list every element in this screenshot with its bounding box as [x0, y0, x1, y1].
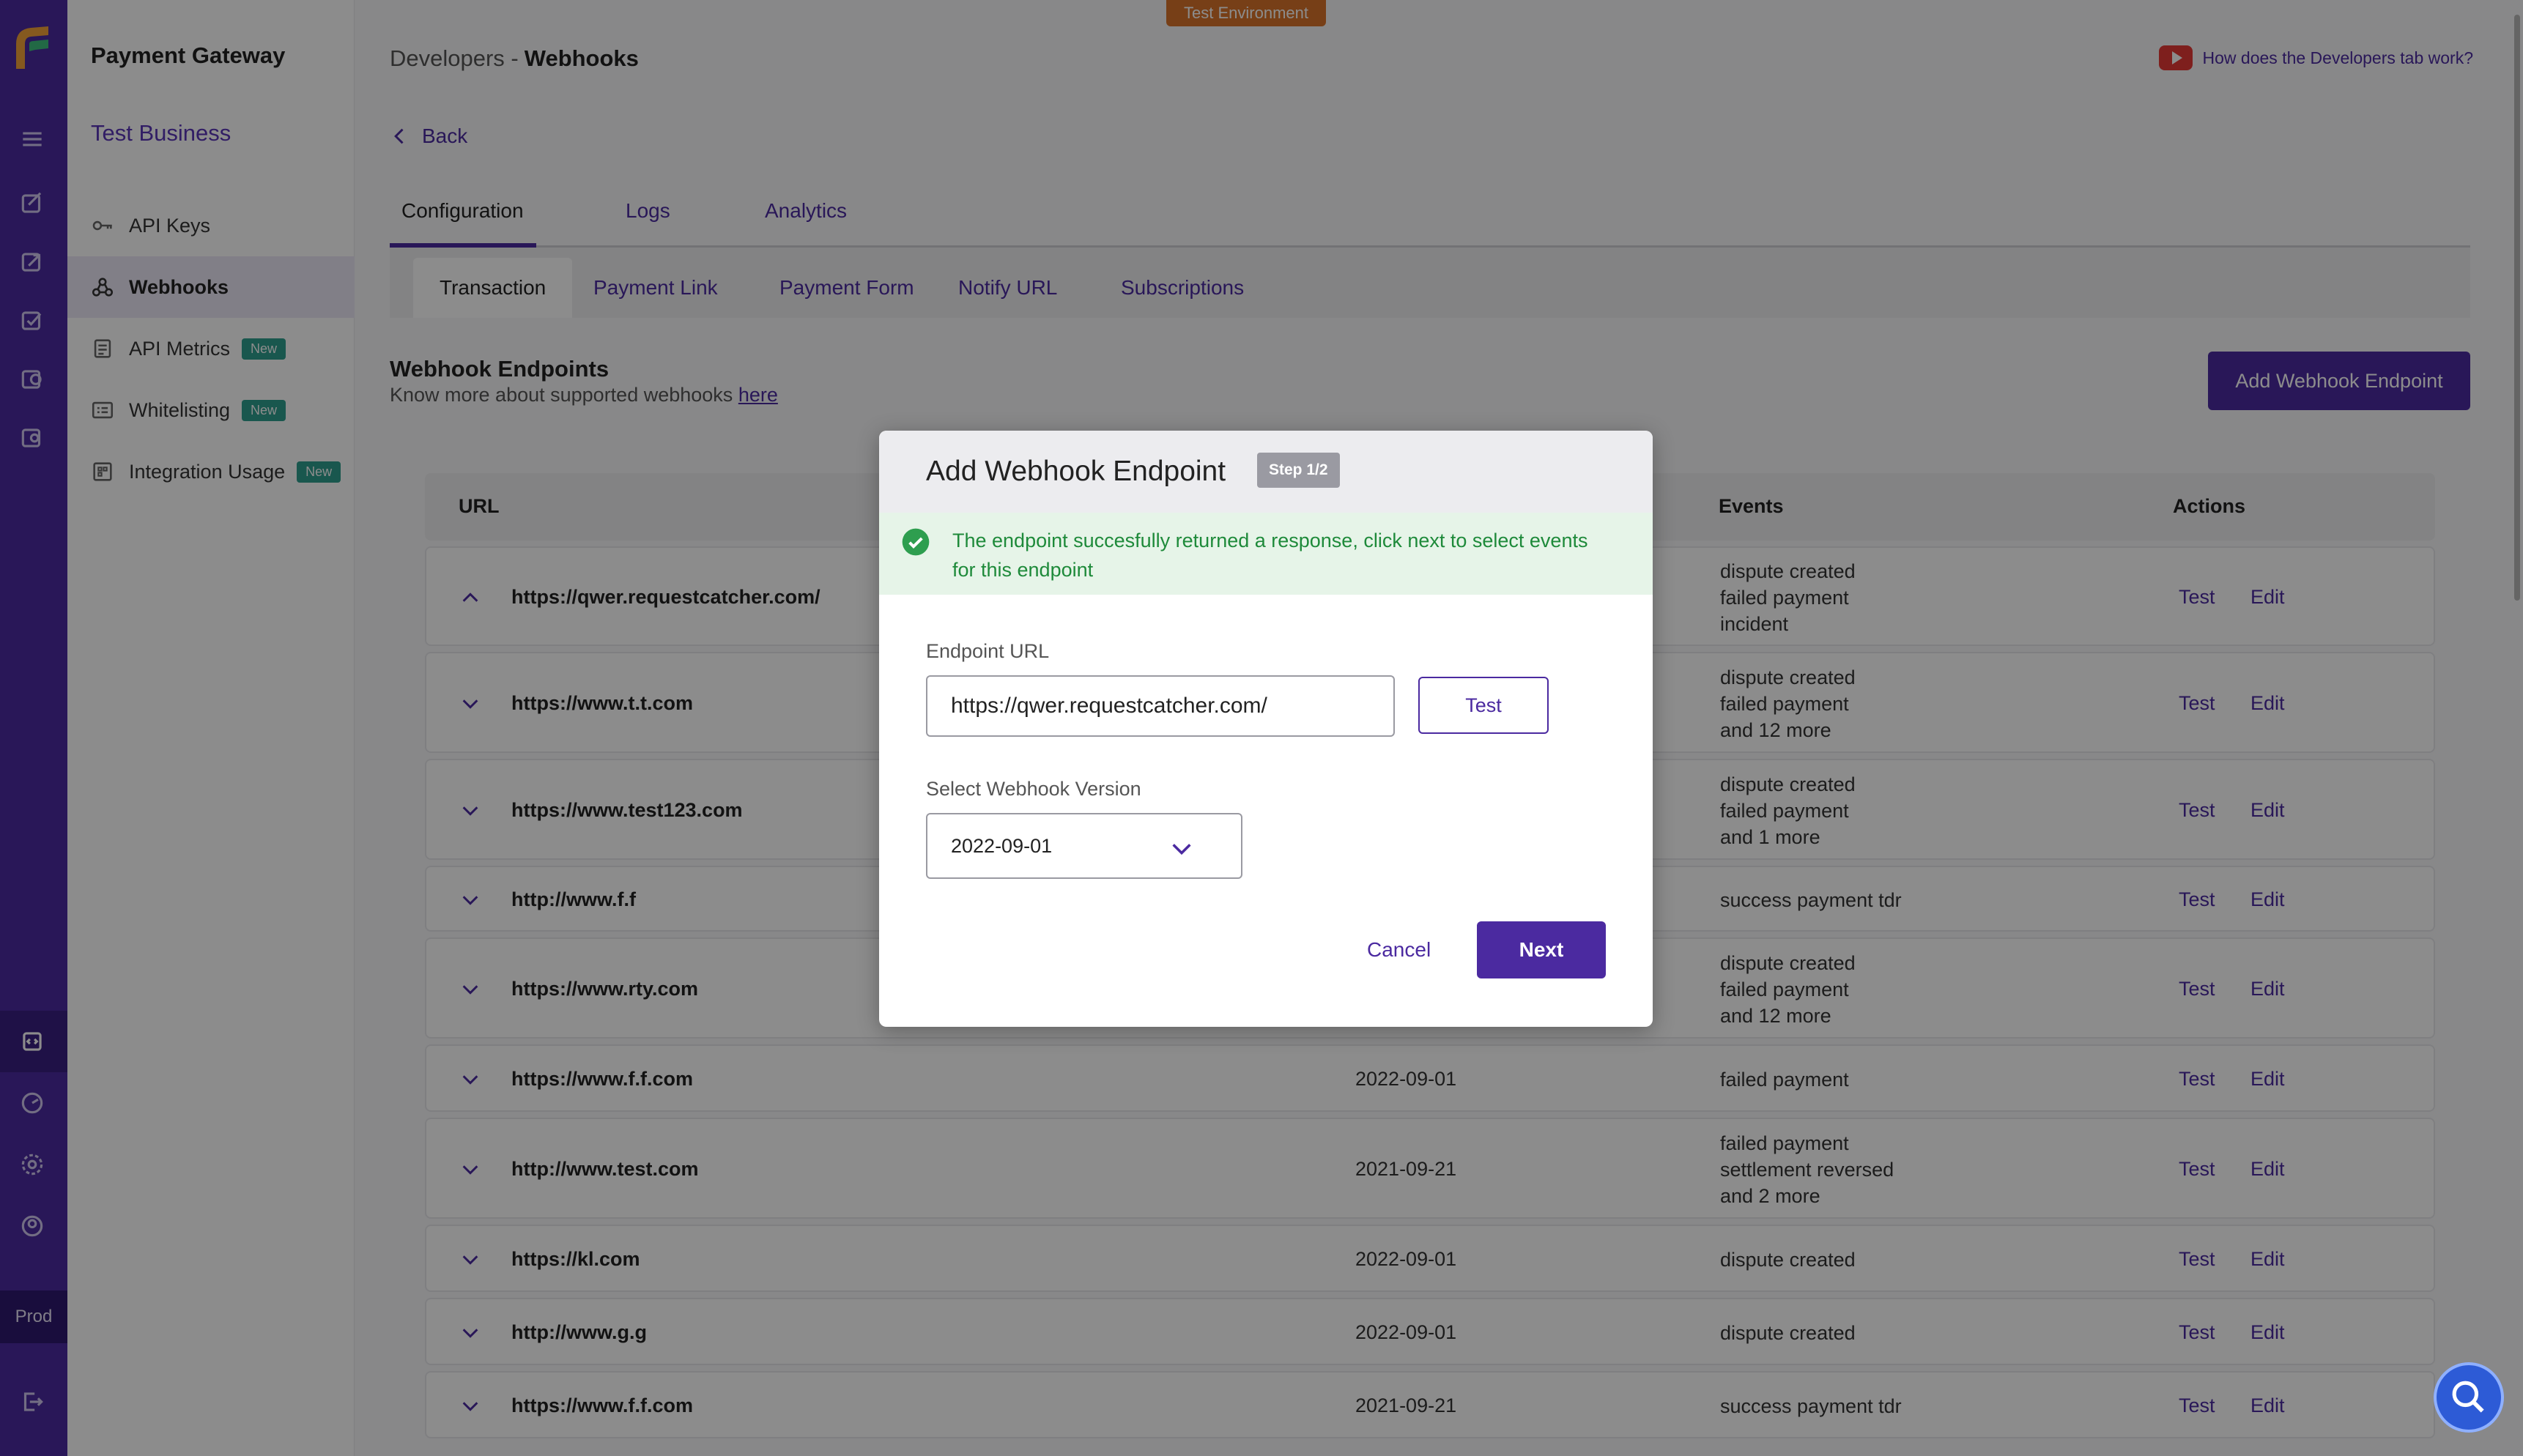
- search-icon: [2452, 1381, 2484, 1413]
- success-alert: The endpoint succesfully returned a resp…: [879, 513, 1653, 595]
- cancel-label: Cancel: [1367, 938, 1431, 961]
- test-endpoint-button[interactable]: Test: [1418, 677, 1549, 734]
- chevron-down-icon: [1172, 844, 1191, 855]
- webhook-version-label: Select Webhook Version: [926, 778, 1141, 800]
- step-badge: Step 1/2: [1257, 453, 1340, 488]
- endpoint-url-input[interactable]: https://qwer.requestcatcher.com/: [926, 675, 1395, 737]
- modal-title: Add Webhook Endpoint: [926, 456, 1226, 487]
- webhook-version-value: 2022-09-01: [951, 834, 1053, 857]
- endpoint-url-label: Endpoint URL: [926, 640, 1050, 662]
- success-message: The endpoint succesfully returned a resp…: [952, 530, 1588, 581]
- cancel-button[interactable]: Cancel: [1367, 921, 1431, 978]
- check-circle-icon: [902, 528, 930, 556]
- modal-header: Add Webhook Endpoint Step 1/2: [879, 431, 1653, 513]
- add-webhook-endpoint-modal: Add Webhook Endpoint Step 1/2 The endpoi…: [879, 431, 1653, 1027]
- search-help-button[interactable]: [2434, 1362, 2504, 1433]
- webhook-version-select[interactable]: 2022-09-01: [926, 813, 1242, 879]
- next-button[interactable]: Next: [1477, 921, 1606, 978]
